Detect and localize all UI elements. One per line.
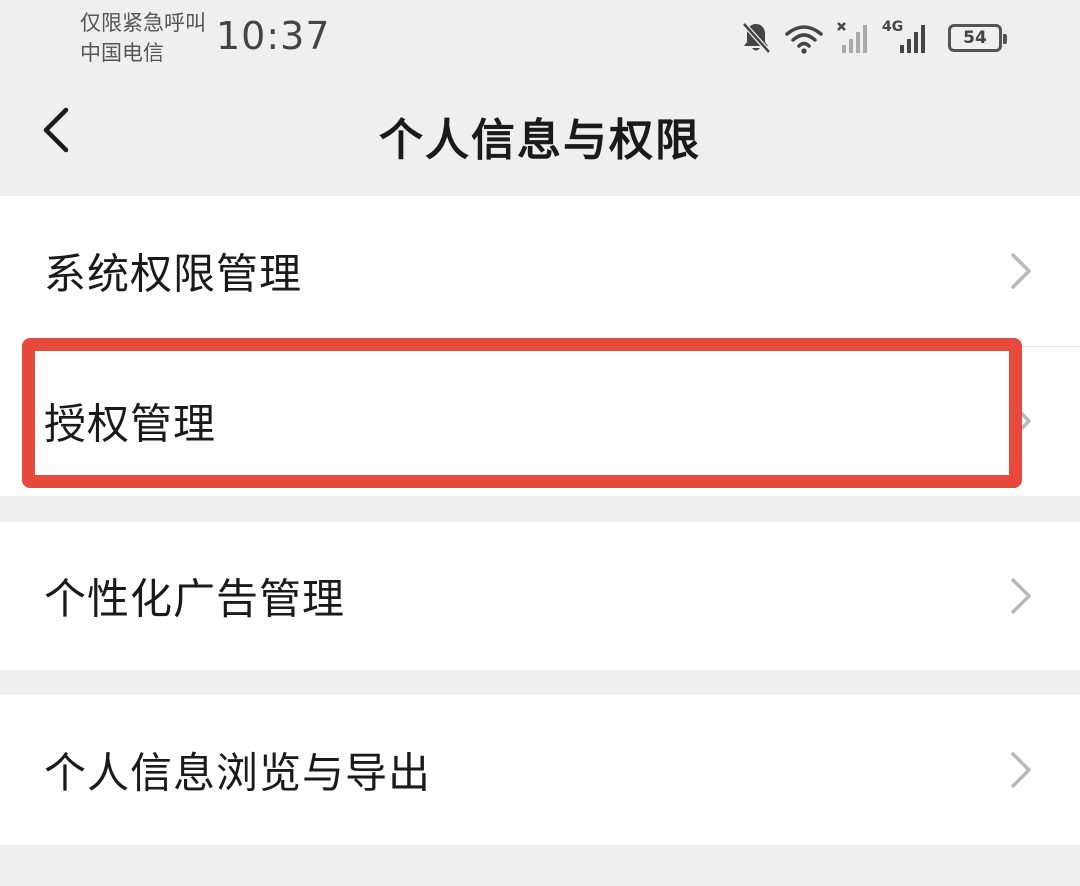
chevron-right-icon — [1011, 253, 1031, 289]
page-title: 个人信息与权限 — [379, 115, 701, 166]
menu-item-system-permissions[interactable]: 系统权限管理 — [0, 196, 1080, 347]
menu-item-label: 个性化广告管理 — [44, 574, 346, 624]
menu-item-label: 系统权限管理 — [44, 249, 303, 299]
nav-bar: 个人信息与权限 — [0, 80, 1080, 192]
carrier-emergency-text: 仅限紧急呼叫 — [80, 11, 206, 35]
carrier-name: 中国电信 — [80, 41, 164, 65]
settings-group-data-export: 个人信息浏览与导出 — [0, 695, 1080, 845]
chevron-right-icon — [1011, 403, 1031, 439]
settings-group-ads: 个性化广告管理 — [0, 522, 1080, 670]
settings-group-permissions: 系统权限管理 授权管理 — [0, 196, 1080, 496]
status-bar: 仅限紧急呼叫 中国电信 10:37 4G 54 — [0, 0, 1080, 80]
cellular-signal-icon: 4G — [882, 19, 930, 55]
battery-level: 54 — [963, 27, 987, 48]
menu-item-label: 个人信息浏览与导出 — [44, 748, 432, 798]
chevron-right-icon — [1011, 752, 1031, 788]
status-icons: 4G 54 — [740, 16, 1007, 60]
chevron-right-icon — [1011, 578, 1031, 614]
menu-item-personalized-ads[interactable]: 个性化广告管理 — [0, 522, 1080, 670]
no-signal-icon — [837, 22, 867, 53]
status-time: 10:37 — [216, 14, 331, 58]
battery-icon: 54 — [948, 24, 1007, 52]
menu-item-personal-info-export[interactable]: 个人信息浏览与导出 — [0, 695, 1080, 845]
wifi-icon — [785, 25, 823, 54]
menu-item-authorization-management[interactable]: 授权管理 — [0, 346, 1080, 496]
menu-item-label: 授权管理 — [44, 399, 217, 449]
mute-bell-icon — [742, 22, 771, 54]
carrier-info: 仅限紧急呼叫 中国电信 — [80, 8, 206, 68]
